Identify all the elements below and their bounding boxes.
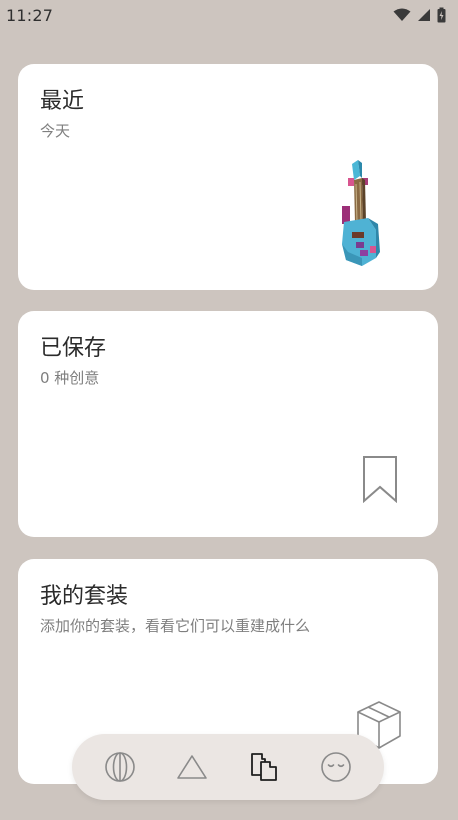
nav-explore[interactable]	[98, 745, 142, 789]
voxel-guitar-thumbnail[interactable]	[334, 160, 386, 268]
bundles-subtitle: 添加你的套装，看看它们可以重建成什么	[40, 617, 311, 635]
status-time: 11:27	[6, 5, 54, 25]
bookmark-icon	[363, 456, 397, 503]
bottom-nav	[72, 734, 384, 800]
signal-icon	[418, 9, 430, 21]
wifi-icon	[393, 8, 411, 21]
battery-charging-icon	[437, 7, 446, 23]
nav-profile[interactable]	[314, 745, 358, 789]
nav-build[interactable]	[170, 745, 214, 789]
collection-icon	[251, 753, 277, 781]
saved-card[interactable]: 已保存 0 种创意	[18, 311, 438, 537]
recent-title: 最近	[40, 89, 85, 114]
face-icon	[321, 752, 351, 782]
nav-collection[interactable]	[242, 745, 286, 789]
status-bar: 11:27	[0, 0, 458, 30]
saved-subtitle: 0 种创意	[40, 369, 100, 387]
bundles-title: 我的套装	[40, 584, 129, 609]
saved-title: 已保存	[40, 336, 107, 361]
recent-card[interactable]: 最近 今天	[18, 64, 438, 290]
recent-subtitle: 今天	[40, 122, 71, 140]
status-icons	[393, 7, 446, 23]
globe-icon	[105, 752, 135, 782]
triangle-icon	[177, 755, 207, 779]
